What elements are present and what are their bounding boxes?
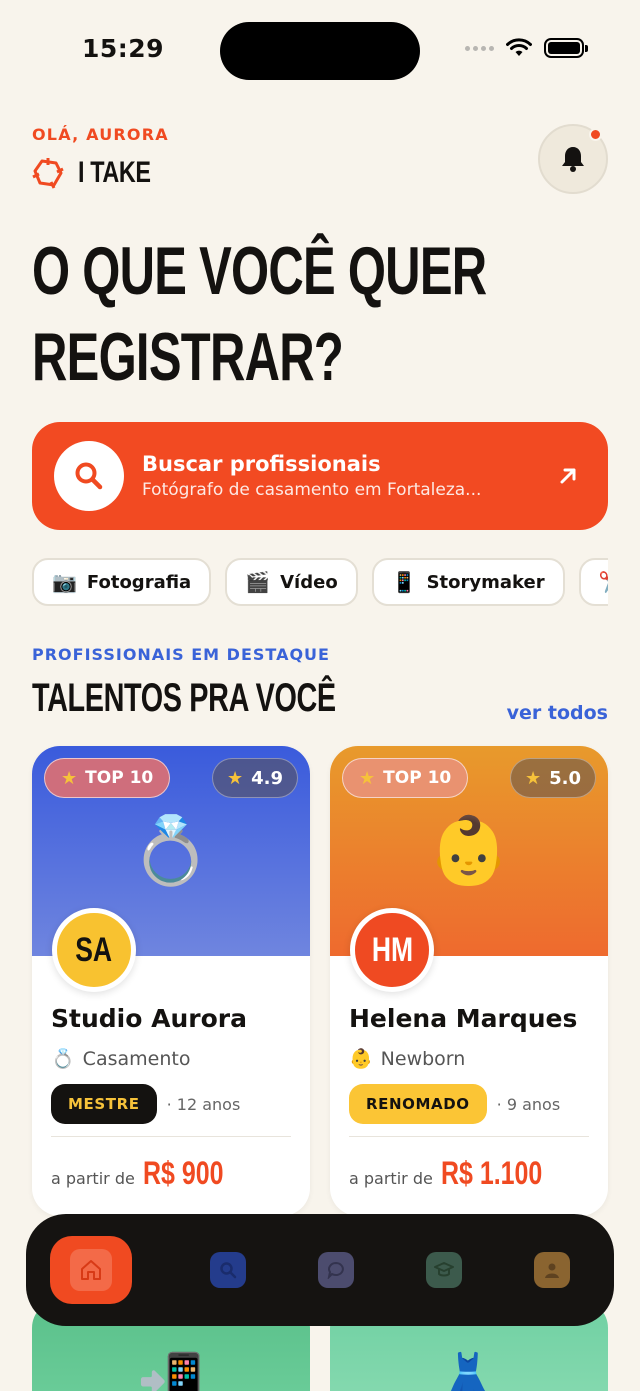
chip-edicao[interactable]: ✂️ E — [578, 558, 608, 606]
avatar-initials: SA — [75, 930, 113, 969]
level-badge: RENOMADO — [349, 1084, 487, 1124]
dynamic-island — [220, 22, 420, 80]
top-badge-label: TOP 10 — [383, 768, 452, 788]
card-category: 💍 Casamento — [51, 1047, 291, 1071]
see-all-link[interactable]: ver todos — [507, 702, 608, 724]
scissors-icon: ✂️ — [599, 570, 608, 594]
category-chips: 📷 Fotografia 🎬 Vídeo 📱 Storymaker ✂️ E — [32, 558, 608, 608]
tab-profile[interactable] — [534, 1252, 570, 1288]
section-eyebrow: PROFISSIONAIS EM DESTAQUE — [32, 645, 330, 664]
section-title: TALENTOS PRA VOCÊ — [32, 676, 336, 720]
avatar-initials: HM — [371, 930, 413, 969]
arrow-up-right-icon — [560, 468, 576, 484]
phone-arrow-icon: 📲 — [137, 1350, 205, 1391]
chip-video[interactable]: 🎬 Vídeo — [225, 558, 358, 606]
category-label: Casamento — [82, 1047, 191, 1070]
camera-icon: 📷 — [52, 570, 77, 594]
chip-fotografia[interactable]: 📷 Fotografia — [32, 558, 212, 606]
avatar: HM — [350, 908, 434, 992]
baby-icon: 👶 — [427, 812, 511, 889]
star-icon: ★ — [359, 767, 376, 789]
tab-bar — [26, 1214, 614, 1326]
card-category: 👶 Newborn — [349, 1047, 589, 1071]
level-badge: MESTRE — [51, 1084, 157, 1124]
greeting: OLÁ, AURORA — [32, 125, 169, 144]
price-value: R$ 1.100 — [440, 1155, 543, 1191]
bell-icon — [562, 147, 584, 172]
ring-icon: 💍 — [129, 812, 213, 889]
star-icon: ★ — [226, 767, 244, 789]
rating-value: 4.9 — [251, 767, 283, 789]
chip-label: Vídeo — [280, 571, 338, 593]
category-label: Newborn — [380, 1047, 466, 1070]
notification-dot — [589, 128, 602, 141]
avatar: SA — [52, 908, 136, 992]
search-placeholder: Fotógrafo de casamento em Fortaleza... — [142, 480, 482, 500]
chip-label: Storymaker — [426, 571, 545, 593]
search-button[interactable]: Buscar profissionais Fotógrafo de casame… — [32, 422, 608, 530]
star-icon: ★ — [524, 767, 542, 789]
search-icon-circle — [54, 441, 124, 511]
card-name: Studio Aurora — [51, 1004, 247, 1033]
page-title-line-1: O QUE VOCÊ QUER — [32, 233, 487, 309]
price-label: a partir de — [51, 1169, 135, 1188]
search-title: Buscar profissionais — [142, 452, 381, 476]
search-icon — [75, 462, 103, 490]
search-icon — [220, 1262, 237, 1279]
card-name: Helena Marques — [349, 1004, 578, 1033]
page-title-line-2: REGISTRAR? — [32, 319, 344, 395]
rating-value: 5.0 — [549, 767, 581, 789]
rating-badge: ★ 4.9 — [211, 758, 298, 798]
clapper-icon: 🎬 — [245, 570, 271, 594]
grad-cap-icon — [434, 1262, 454, 1277]
tab-learn[interactable] — [426, 1252, 462, 1288]
professional-card[interactable]: ★ TOP 10 ★ 4.9 💍 SA Studio Aurora 💍 Casa… — [32, 746, 310, 1216]
price-label: a partir de — [349, 1169, 433, 1188]
price-value: R$ 900 — [142, 1155, 224, 1191]
signal-icon — [465, 45, 494, 51]
rating-badge: ★ 5.0 — [509, 758, 596, 798]
home-icon — [81, 1260, 101, 1280]
chat-icon — [327, 1261, 344, 1279]
tab-messages[interactable] — [318, 1252, 354, 1288]
brand: I TAKE — [32, 156, 171, 190]
status-time: 15:29 — [82, 34, 165, 63]
star-icon: ★ — [61, 767, 78, 789]
chip-label: Fotografia — [86, 571, 192, 593]
top-badge: ★ TOP 10 — [44, 758, 171, 798]
wifi-icon — [506, 38, 532, 56]
page-title: O QUE VOCÊ QUER REGISTRAR? — [32, 228, 608, 400]
brand-name: I TAKE — [78, 156, 151, 189]
baby-icon: 👶 — [349, 1048, 373, 1070]
top-badge: ★ TOP 10 — [342, 758, 469, 798]
notifications-button[interactable] — [538, 124, 608, 194]
tab-home[interactable] — [50, 1236, 132, 1304]
profile-icon — [545, 1263, 559, 1278]
professional-card[interactable]: ★ TOP 10 ★ 5.0 👶 HM Helena Marques 👶 New… — [330, 746, 608, 1216]
chip-storymaker[interactable]: 📱 Storymaker — [371, 558, 565, 606]
logo-burst-icon — [32, 158, 64, 189]
experience-years: · 9 anos — [496, 1094, 561, 1114]
phone-icon: 📱 — [391, 570, 417, 594]
battery-icon — [544, 38, 588, 58]
top-badge-label: TOP 10 — [85, 768, 154, 788]
status-icons — [465, 38, 588, 58]
dress-icon: 👗 — [435, 1350, 503, 1391]
experience-years: · 12 anos — [166, 1094, 241, 1114]
tab-search[interactable] — [210, 1252, 246, 1288]
ring-icon: 💍 — [51, 1048, 75, 1070]
